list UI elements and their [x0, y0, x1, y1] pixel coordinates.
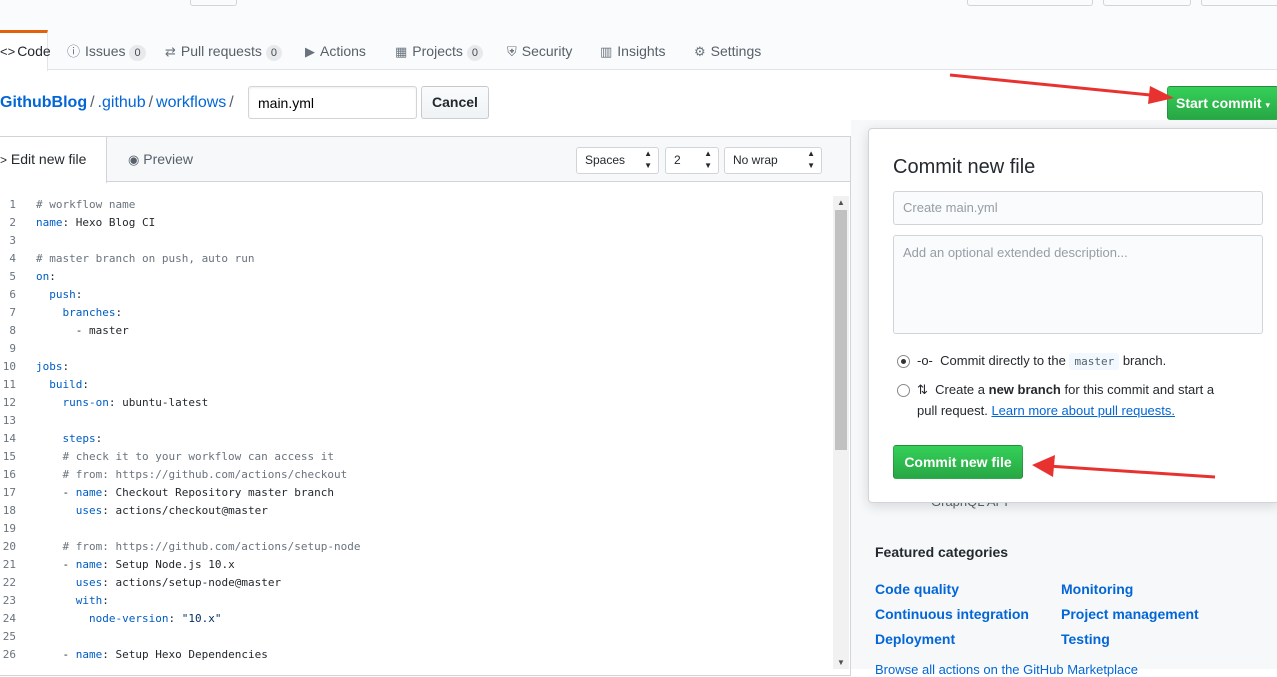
- annotation-arrow-commit-button: [1032, 455, 1216, 479]
- arrow-shaft: [949, 73, 1161, 98]
- arrow-head: [1148, 86, 1174, 104]
- annotation-arrows: [949, 73, 1216, 479]
- arrow-shaft: [1047, 464, 1216, 479]
- annotation-arrow-start-commit: [949, 73, 1174, 104]
- arrow-head: [1032, 455, 1055, 477]
